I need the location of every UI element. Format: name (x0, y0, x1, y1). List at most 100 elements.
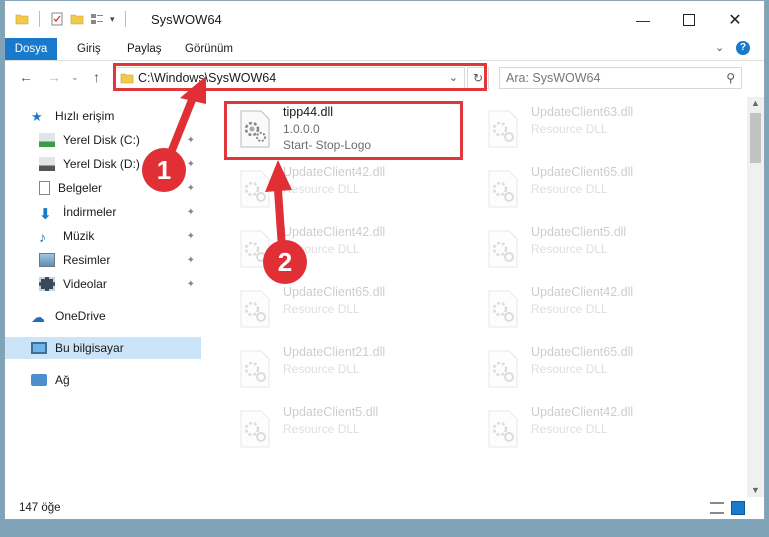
sidebar-item-label: Resimler (63, 253, 111, 267)
file-name: UpdateClient42.dll (531, 285, 634, 299)
scroll-down-icon[interactable]: ▼ (751, 485, 760, 495)
file-tile[interactable]: UpdateClient5.dll Resource DLL (229, 403, 469, 459)
close-icon: ✕ (728, 11, 742, 29)
sidebar-item-label: Bu bilgisayar (55, 341, 124, 355)
pin-icon[interactable]: ✦ (187, 159, 195, 170)
help-icon[interactable]: ? (736, 41, 750, 55)
sidebar-item-onedrive[interactable]: ☁ OneDrive (5, 305, 201, 327)
dll-gear-icon (488, 170, 518, 208)
sidebar-item-label: Belgeler (58, 181, 103, 195)
minimize-button[interactable]: — (620, 1, 666, 38)
details-view-icon[interactable] (710, 502, 724, 514)
dll-gear-icon (488, 230, 518, 268)
file-type: Resource DLL (531, 182, 608, 196)
file-tile[interactable]: UpdateClient65.dll Resource DLL (477, 163, 717, 219)
sidebar-item-label: İndirmeler (63, 205, 117, 219)
back-button[interactable]: ← (19, 69, 33, 85)
ribbon-expand-icon[interactable]: ⌄ (715, 41, 724, 54)
vertical-scrollbar[interactable]: ▲ ▼ (747, 97, 764, 497)
chevron-down-icon[interactable]: ▾ (110, 14, 115, 25)
new-folder-icon[interactable] (70, 12, 84, 26)
maximize-button[interactable] (666, 1, 712, 38)
search-placeholder: Ara: SysWOW64 (506, 71, 601, 85)
pictures-icon (39, 253, 55, 267)
large-icons-view-icon[interactable] (731, 501, 745, 515)
pin-icon[interactable]: ✦ (187, 279, 195, 290)
file-meta: UpdateClient5.dll Resource DLL (531, 225, 626, 279)
file-name: UpdateClient42.dll (283, 165, 386, 179)
file-tile[interactable]: UpdateClient65.dll Resource DLL (477, 343, 717, 399)
file-tile[interactable]: UpdateClient5.dll Resource DLL (477, 223, 717, 279)
file-meta: UpdateClient42.dll Resource DLL (531, 285, 633, 339)
file-meta: UpdateClient21.dll Resource DLL (283, 345, 385, 399)
tab-share[interactable]: Paylaş (127, 38, 162, 60)
scroll-up-icon[interactable]: ▲ (751, 98, 760, 108)
properties-icon[interactable] (50, 12, 64, 26)
file-type: Resource DLL (531, 122, 608, 136)
toolbar-divider (124, 11, 126, 27)
file-meta: UpdateClient65.dll Resource DLL (283, 285, 385, 339)
step-badge-1: 1 (142, 148, 186, 192)
search-icon: ⚲ (726, 71, 735, 85)
tab-home[interactable]: Giriş (77, 38, 101, 60)
file-meta: UpdateClient42.dll Resource DLL (531, 405, 633, 459)
pin-icon[interactable]: ✦ (187, 183, 195, 194)
sidebar-item-local-disk-c[interactable]: Yerel Disk (C:) ✦ (5, 129, 201, 151)
file-type: Resource DLL (531, 422, 608, 436)
pin-icon[interactable]: ✦ (187, 255, 195, 266)
scrollbar-thumb[interactable] (750, 113, 761, 163)
file-tile[interactable]: UpdateClient63.dll Resource DLL (477, 103, 717, 159)
file-type: Resource DLL (283, 362, 360, 376)
recent-locations-button[interactable]: ⌄ (71, 72, 79, 83)
title-bar: ▾ SysWOW64 — ✕ (5, 1, 764, 38)
documents-icon (39, 181, 50, 195)
pin-icon[interactable]: ✦ (187, 231, 195, 242)
quick-access-toolbar: ▾ (15, 11, 130, 27)
maximize-icon (683, 13, 695, 26)
ribbon-tabs: Dosya Giriş Paylaş Görünüm ⌄ ? (5, 38, 764, 61)
file-name: UpdateClient5.dll (283, 405, 379, 419)
sidebar-item-pictures[interactable]: Resimler ✦ (5, 249, 201, 271)
status-bar: 147 öğe (5, 497, 764, 519)
folder-icon (15, 14, 29, 25)
forward-button[interactable]: → (47, 69, 61, 85)
file-tile[interactable]: UpdateClient42.dll Resource DLL (477, 403, 717, 459)
star-icon: ★ (31, 109, 43, 124)
customize-toolbar-icon[interactable] (90, 12, 104, 26)
search-input[interactable]: Ara: SysWOW64 ⚲ (499, 67, 742, 89)
file-name: UpdateClient21.dll (283, 345, 386, 359)
network-icon (31, 374, 47, 386)
window-title: SysWOW64 (151, 12, 222, 27)
dll-gear-icon (240, 410, 270, 448)
file-tile[interactable]: UpdateClient65.dll Resource DLL (229, 283, 469, 339)
sidebar-item-label: Yerel Disk (D:) (63, 157, 140, 171)
sidebar-item-network[interactable]: Ağ (5, 369, 201, 391)
file-tile[interactable]: UpdateClient42.dll Resource DLL (229, 163, 469, 219)
pin-icon[interactable]: ✦ (187, 207, 195, 218)
dll-gear-icon (240, 350, 270, 388)
drive-icon (39, 133, 55, 147)
file-tile[interactable]: UpdateClient42.dll Resource DLL (477, 283, 717, 339)
sidebar-item-quick-access[interactable]: ★ Hızlı erişim (5, 105, 201, 127)
file-meta: UpdateClient63.dll Resource DLL (531, 105, 633, 159)
pin-icon[interactable]: ✦ (187, 135, 195, 146)
sidebar-item-downloads[interactable]: ⬇ İndirmeler ✦ (5, 201, 201, 223)
sidebar-item-label: OneDrive (55, 309, 106, 323)
file-tile[interactable]: UpdateClient21.dll Resource DLL (229, 343, 469, 399)
file-name: UpdateClient5.dll (531, 225, 627, 239)
tab-file[interactable]: Dosya (5, 38, 57, 60)
sidebar-item-label: Videolar (63, 277, 107, 291)
up-button[interactable]: ↑ (93, 69, 100, 85)
computer-icon (31, 342, 47, 354)
file-type: Resource DLL (531, 302, 608, 316)
file-meta: UpdateClient5.dll Resource DLL (283, 405, 378, 459)
close-button[interactable]: ✕ (712, 1, 758, 38)
tab-view[interactable]: Görünüm (185, 38, 233, 60)
sidebar-item-this-pc[interactable]: Bu bilgisayar (5, 337, 201, 359)
sidebar-item-music[interactable]: ♪ Müzik ✦ (5, 225, 201, 247)
file-type: Resource DLL (283, 422, 360, 436)
file-type: Resource DLL (531, 242, 608, 256)
videos-icon (39, 277, 55, 291)
toolbar-divider (39, 11, 40, 27)
sidebar-item-videos[interactable]: Videolar ✦ (5, 273, 201, 295)
